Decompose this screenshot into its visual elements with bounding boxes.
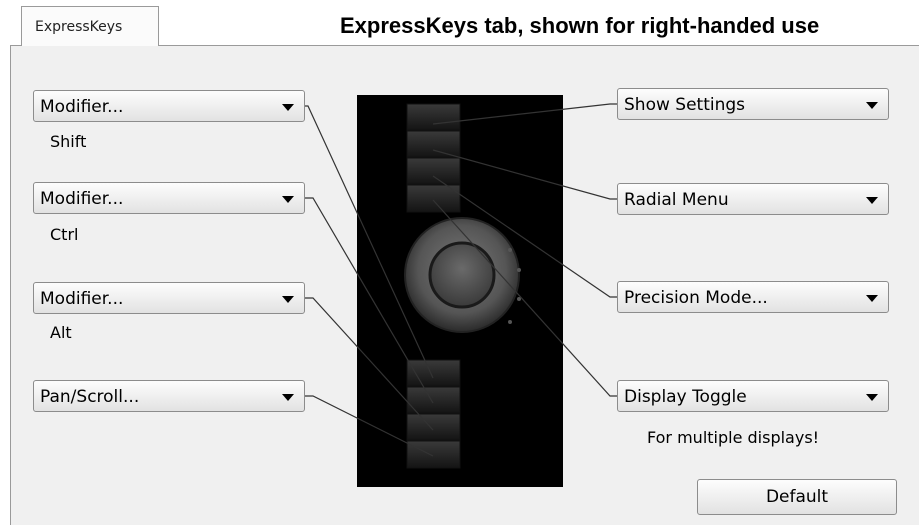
status-led-dot xyxy=(508,320,512,324)
status-led-dot xyxy=(517,268,521,272)
device-key-top-1 xyxy=(406,103,461,131)
tab-expresskeys[interactable]: ExpressKeys xyxy=(21,6,159,46)
leader-line xyxy=(432,103,617,125)
touch-ring-center-button xyxy=(428,241,496,309)
device-key-top-3 xyxy=(406,157,461,185)
device-graphics xyxy=(305,103,617,469)
leader-line xyxy=(432,149,617,200)
device-key-top-2 xyxy=(406,130,461,158)
default-button[interactable]: Default xyxy=(697,479,897,515)
device-key-bottom-4 xyxy=(406,440,461,469)
device-key-bottom-3 xyxy=(406,413,461,441)
device-key-bottom-2 xyxy=(406,386,461,414)
status-led-dot xyxy=(508,248,512,252)
